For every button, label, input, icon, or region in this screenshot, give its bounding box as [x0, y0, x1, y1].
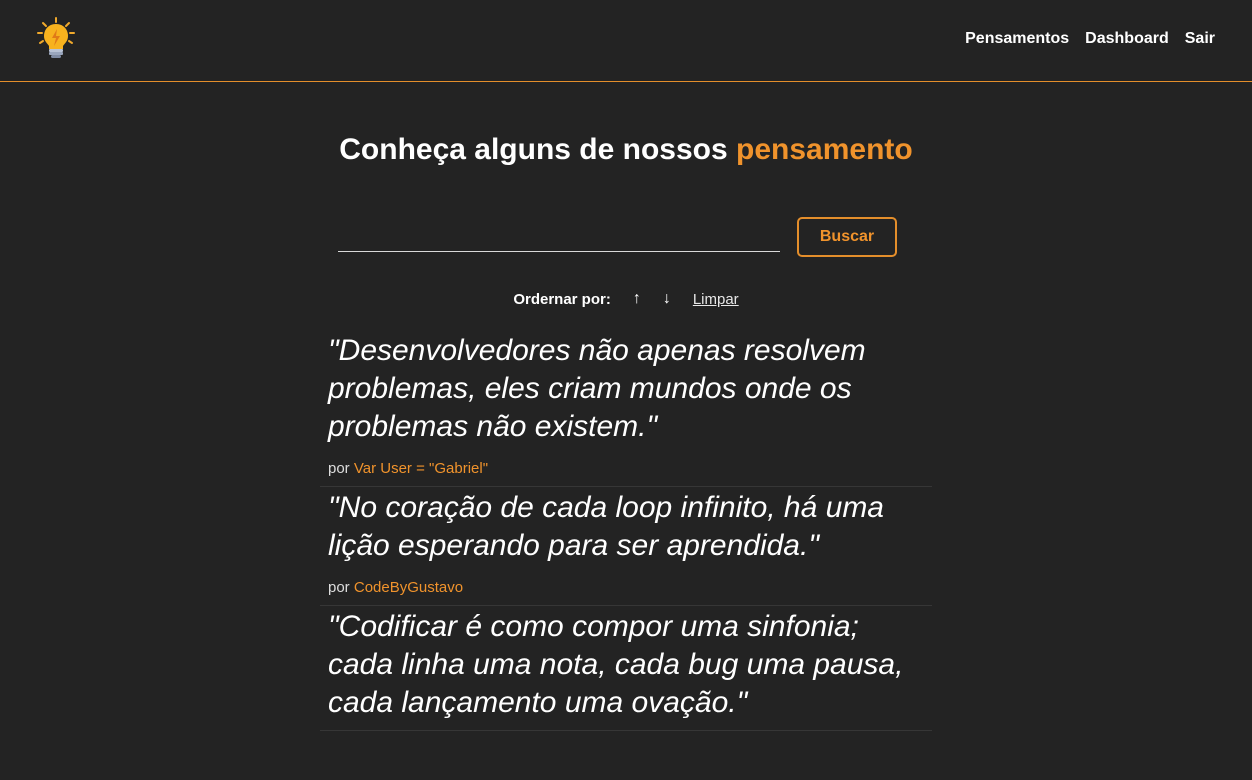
page-title-prefix: Conheça alguns de nossos [339, 133, 737, 166]
quote-text: "Codificar é como compor uma sinfonia; c… [328, 610, 904, 719]
page-title: Conheça alguns de nossos pensamento [0, 128, 1252, 172]
quote-card: "No coração de cada loop infinito, há um… [320, 487, 932, 606]
lightbulb-icon[interactable] [35, 16, 77, 60]
nav-link-sair[interactable]: Sair [1185, 30, 1215, 48]
sort-label: Ordernar por: [513, 290, 611, 308]
quote-card: "Codificar é como compor uma sinfonia; c… [320, 606, 932, 731]
quote-author-name[interactable]: CodeByGustavo [354, 579, 463, 596]
main-nav: Pensamentos Dashboard Sair [965, 30, 1215, 48]
quote-author-prefix: por [328, 579, 354, 596]
quote-author: por Var User = "Gabriel" [328, 460, 924, 478]
search-input[interactable] [338, 220, 780, 252]
nav-link-pensamentos[interactable]: Pensamentos [965, 30, 1069, 48]
search-button[interactable]: Buscar [797, 217, 897, 257]
quote-author-name[interactable]: Var User = "Gabriel" [354, 460, 488, 477]
quote-author: por CodeByGustavo [328, 579, 924, 597]
sort-descending-button[interactable]: ↓ [663, 290, 671, 308]
nav-link-dashboard[interactable]: Dashboard [1085, 30, 1169, 48]
quote-card: "Desenvolvedores não apenas resolvem pro… [320, 330, 932, 487]
navbar: Pensamentos Dashboard Sair [0, 0, 1252, 82]
page-title-accent: pensamento [736, 133, 913, 166]
quote-text: "Desenvolvedores não apenas resolvem pro… [328, 334, 866, 443]
quote-list: "Desenvolvedores não apenas resolvem pro… [320, 330, 932, 731]
clear-sort-link[interactable]: Limpar [693, 291, 739, 308]
sort-bar: Ordernar por: ↑ ↓ Limpar [0, 289, 1252, 309]
quote-text: "No coração de cada loop infinito, há um… [328, 491, 884, 562]
quote-author-prefix: por [328, 460, 354, 477]
sort-ascending-button[interactable]: ↑ [633, 290, 641, 308]
